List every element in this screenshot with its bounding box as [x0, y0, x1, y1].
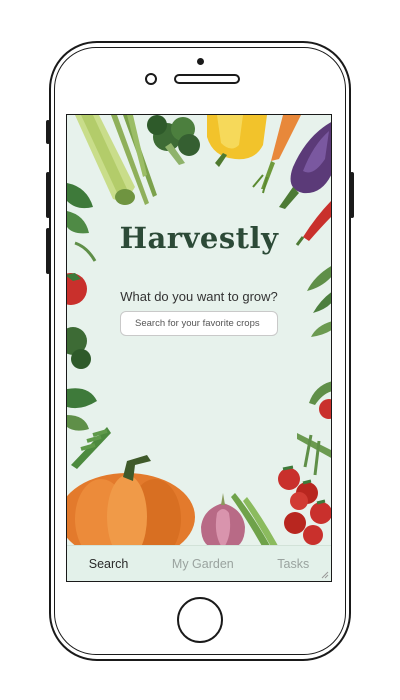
herb-leaves-lower-right-icon [297, 381, 331, 476]
volume-down-button [46, 228, 50, 274]
tab-my-garden[interactable]: My Garden [172, 557, 234, 571]
tab-search[interactable]: Search [89, 557, 129, 571]
bottom-tab-bar: Search My Garden Tasks [67, 545, 331, 581]
broccoli-icon [147, 115, 200, 165]
search-input[interactable]: Search for your favorite crops [120, 311, 278, 336]
cherry-tomatoes-icon [278, 465, 331, 545]
arugula-icon [71, 427, 111, 469]
resize-handle-icon [321, 571, 329, 579]
silent-switch [46, 120, 50, 144]
vegetable-border-illustration [67, 115, 331, 561]
home-button[interactable] [177, 597, 223, 643]
search-prompt: What do you want to grow? [120, 289, 278, 304]
volume-up-button [46, 172, 50, 218]
front-camera-icon [145, 73, 157, 85]
basil-lower-icon [67, 388, 97, 431]
tab-tasks[interactable]: Tasks [277, 557, 309, 571]
yellow-pepper-icon [207, 115, 267, 167]
speaker-grille [174, 74, 240, 84]
broccoli-left-icon [67, 327, 91, 369]
app-screen: Harvestly What do you want to grow? Sear… [66, 114, 332, 582]
camera-icon [197, 58, 204, 65]
power-button [350, 172, 354, 218]
app-title: Harvestly [119, 221, 279, 255]
